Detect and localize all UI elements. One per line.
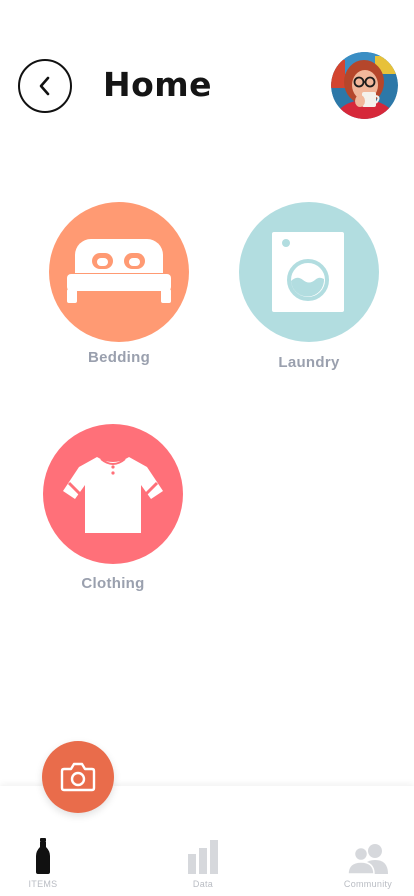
category-label: Bedding	[87, 349, 151, 366]
bedding-circle	[49, 202, 189, 342]
category-laundry[interactable]: Laundry	[234, 202, 384, 371]
people-icon	[313, 836, 414, 874]
tab-label: ITEMS	[28, 879, 58, 889]
tab-label: Community	[343, 879, 393, 889]
bottle-icon	[0, 836, 98, 874]
category-label: Clothing	[81, 575, 145, 592]
back-button[interactable]	[18, 59, 72, 113]
chevron-left-icon	[37, 74, 53, 98]
tab-data[interactable]: Data	[148, 786, 258, 896]
category-bedding[interactable]: Bedding	[44, 202, 194, 366]
camera-icon	[60, 762, 96, 792]
shirt-icon	[61, 455, 165, 533]
washing-machine-icon	[272, 232, 346, 312]
bed-icon	[63, 239, 175, 305]
tab-label: Data	[192, 879, 214, 889]
page-title: Home	[103, 65, 213, 104]
clothing-circle	[43, 424, 183, 564]
avatar[interactable]	[331, 52, 398, 119]
bar-chart-icon	[148, 836, 258, 874]
camera-button[interactable]	[42, 741, 114, 813]
category-label: Laundry	[278, 354, 340, 371]
home-screen: Home Bedding Laundry Clothing ITEMS Data…	[0, 0, 414, 896]
category-clothing[interactable]: Clothing	[38, 424, 188, 592]
laundry-circle	[239, 202, 379, 342]
tab-community[interactable]: Community	[313, 786, 414, 896]
